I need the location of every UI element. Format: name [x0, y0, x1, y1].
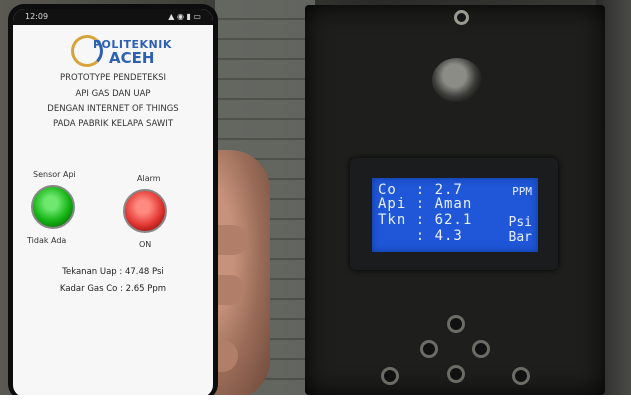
status-time: 12:09 — [25, 12, 49, 21]
panel-button-aux-left — [381, 367, 399, 385]
panel-button-aux-right — [512, 367, 530, 385]
lcd-row-api: Api : Aman — [378, 196, 473, 212]
lcd-row-tkn: Tkn : 62.1 — [378, 212, 473, 228]
pressure-reading: Tekanan Uap : 47.48 Psi — [62, 267, 164, 277]
lcd-unit-ppm: PPM — [512, 185, 532, 198]
rotary-knob — [432, 58, 482, 102]
alarm-label: Alarm — [137, 174, 161, 183]
alarm-indicator-lamp — [123, 189, 167, 233]
alarm-state: ON — [139, 240, 152, 249]
sensor-indicator-lamp — [31, 185, 75, 229]
title-line-3: DENGAN INTERNET OF THINGS — [47, 104, 179, 114]
panel-button-up — [447, 315, 465, 333]
logo-text-bottom: ACEH — [109, 49, 155, 67]
photo-scene: Co : 2.7 PPM Api : Aman Tkn : 62.1 Psi :… — [0, 0, 631, 403]
title-line-1: PROTOTYPE PENDETEKSI — [60, 73, 166, 83]
sensor-label: Sensor Api — [33, 170, 76, 179]
title-line-2: API GAS DAN UAP — [75, 89, 151, 99]
lcd-row-bar: : 4.3 — [378, 228, 463, 244]
logo: POLITEKNIK ACEH — [61, 33, 171, 69]
title-line-4: PADA PABRIK KELAPA SAWIT — [52, 119, 174, 129]
lcd-unit-psi: Psi — [508, 215, 532, 230]
lcd-unit-bar: Bar — [508, 230, 532, 245]
status-icons: ▲ ◉ ▮ ▭ — [168, 12, 201, 21]
sensor-state: Tidak Ada — [27, 236, 67, 245]
status-bar: 12:09 ▲ ◉ ▮ ▭ — [13, 9, 213, 25]
panel-button-down — [447, 365, 465, 383]
bottom-border — [0, 395, 631, 403]
phone-screen: 12:09 ▲ ◉ ▮ ▭ POLITEKNIK ACEH PROTOTYPE … — [13, 9, 213, 397]
lcd-display: Co : 2.7 PPM Api : Aman Tkn : 62.1 Psi :… — [372, 178, 538, 252]
panel-button-right — [472, 340, 490, 358]
screw — [454, 10, 469, 25]
gas-reading: Kadar Gas Co : 2.65 Ppm — [59, 284, 167, 294]
panel-button-left — [420, 340, 438, 358]
lcd-row-co: Co : 2.7 — [378, 182, 463, 198]
